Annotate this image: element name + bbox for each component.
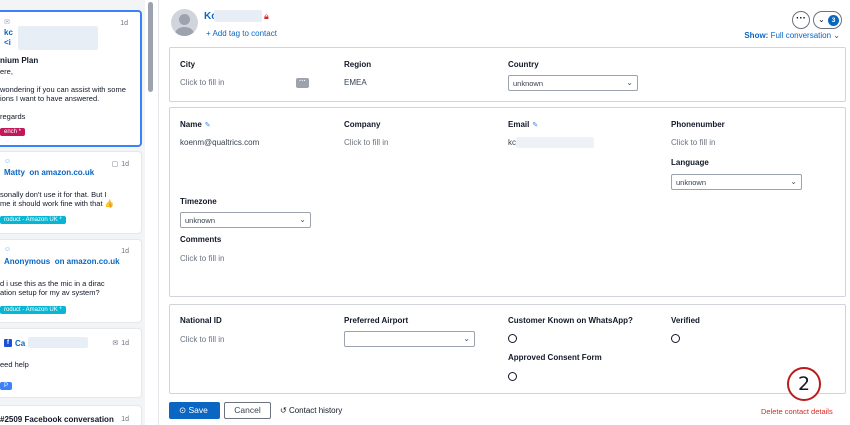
history-icon: ↺	[280, 406, 287, 415]
lock-icon: 🔒︎	[264, 11, 269, 21]
chevron-down-icon: ⌄	[833, 31, 840, 40]
whatsapp-radio[interactable]	[508, 334, 517, 343]
list-scrollbar[interactable]	[148, 2, 153, 92]
cancel-button[interactable]: Cancel	[224, 402, 271, 419]
city-label: City	[180, 60, 196, 69]
facebook-icon: f	[4, 339, 12, 347]
conversation-list: ✉ 1d kc <i nium Plan ere, wondering if y…	[0, 0, 145, 425]
timezone-label: Timezone	[180, 197, 217, 206]
conversation-card-5[interactable]: #2509 Facebook conversation 1d	[0, 405, 142, 425]
conversation-count-badge: 3	[828, 15, 839, 26]
city-field[interactable]: Click to fill in	[180, 78, 224, 87]
email-icon: ✉	[4, 19, 10, 26]
chevron-down-icon: ⌄	[790, 177, 797, 186]
national-id-label: National ID	[180, 316, 222, 325]
custom-fields-panel: National ID Click to fill in Preferred A…	[169, 304, 846, 394]
conversation-date: 1d	[121, 416, 129, 423]
avatar	[171, 9, 198, 36]
pane-divider	[158, 0, 159, 425]
chevron-down-icon: ⌄	[299, 215, 306, 224]
conversation-tag: roduct - Amazon UK *	[0, 216, 66, 224]
conversation-tag: P	[0, 382, 13, 390]
delete-contact-link[interactable]: Delete contact details	[761, 407, 833, 416]
timezone-select[interactable]: unknown ⌄	[180, 212, 311, 228]
conversation-date: 1d	[120, 20, 128, 27]
region-value[interactable]: EMEA	[344, 78, 367, 87]
preferred-airport-label: Preferred Airport	[344, 316, 409, 325]
company-label: Company	[344, 120, 381, 129]
conversation-tag: roduct - Amazon UK *	[0, 306, 66, 314]
conversation-sender[interactable]: Ca	[15, 339, 25, 348]
more-options-button[interactable]: ···	[792, 11, 810, 29]
phonenumber-label: Phonenumber	[671, 120, 725, 129]
review-icon: ☺	[4, 158, 12, 165]
chevron-down-icon: ⌄	[818, 15, 825, 24]
conversation-preview: ere, wondering if you can assist with so…	[0, 67, 126, 121]
email-label: Email ✎	[508, 120, 539, 129]
location-panel: City Click to fill in ··· Region EMEA Co…	[169, 47, 846, 102]
phonenumber-field[interactable]: Click to fill in	[671, 138, 715, 147]
edit-icon[interactable]: ✎	[205, 122, 211, 129]
conversation-tag: ench *	[0, 128, 26, 136]
verified-radio[interactable]	[671, 334, 680, 343]
language-label: Language	[671, 158, 709, 167]
add-tag-link[interactable]: + Add tag to contact	[206, 29, 277, 38]
region-label: Region	[344, 60, 372, 69]
name-label: Name ✎	[180, 120, 211, 129]
conversation-preview: d i use this as the mic in a dirac ation…	[0, 279, 105, 297]
contact-history-link[interactable]: ↺ Contact history	[280, 406, 342, 415]
conversation-date: 1d	[121, 248, 129, 255]
conversation-preview: eed help	[0, 360, 29, 369]
conversation-sender[interactable]: Matty on amazon.co.uk	[4, 168, 94, 177]
redacted-block	[516, 137, 594, 148]
company-field[interactable]: Click to fill in	[344, 138, 388, 147]
conversation-subject: #2509 Facebook conversation	[0, 415, 114, 424]
redacted-block	[28, 337, 88, 348]
conversation-card-2[interactable]: ☺ ▢ 1d Matty on amazon.co.uk sonally don'…	[0, 151, 142, 234]
conversation-sender[interactable]: Anonymous on amazon.co.uk	[4, 257, 120, 266]
contact-details-panel: Name ✎ koenm@qualtrics.com Company Click …	[169, 107, 846, 297]
conversation-subject: nium Plan	[0, 56, 39, 65]
consent-form-radio[interactable]	[508, 372, 517, 381]
save-button[interactable]: ⊙ Save	[169, 402, 220, 419]
comments-label: Comments	[180, 235, 222, 244]
review-icon: ☺	[4, 246, 12, 253]
edit-icon[interactable]: ✎	[532, 122, 538, 129]
language-select[interactable]: unknown ⌄	[671, 174, 802, 190]
conversation-card-1[interactable]: ✉ 1d kc <i nium Plan ere, wondering if y…	[0, 10, 142, 147]
comments-field[interactable]: Click to fill in	[180, 254, 224, 263]
redacted-block	[18, 26, 98, 50]
whatsapp-label: Customer Known on WhatsApp?	[508, 316, 633, 325]
national-id-field[interactable]: Click to fill in	[180, 335, 224, 344]
conversation-sender[interactable]: kc	[4, 28, 13, 37]
check-circle-icon: ⊙	[179, 405, 187, 415]
city-options-icon[interactable]: ···	[296, 78, 309, 88]
conversation-preview: sonally don't use it for that. But I me …	[0, 190, 114, 208]
chevron-down-icon: ⌄	[626, 78, 633, 87]
country-select[interactable]: unknown ⌄	[508, 75, 638, 91]
conversation-card-4[interactable]: f ✉ 1d Ca eed help P	[0, 328, 142, 398]
comment-icon: ▢	[111, 161, 119, 168]
conversation-card-3[interactable]: ☺ 1d Anonymous on amazon.co.uk d i use t…	[0, 239, 142, 323]
chevron-down-icon: ⌄	[463, 334, 470, 343]
conversation-count-toggle[interactable]: ⌄ 3	[813, 11, 842, 29]
name-value[interactable]: koenm@qualtrics.com	[180, 138, 259, 147]
country-label: Country	[508, 60, 539, 69]
email-icon: ✉	[112, 340, 119, 347]
conversation-date: ✉ 1d	[112, 340, 129, 347]
preferred-airport-select[interactable]: ⌄	[344, 331, 475, 347]
callout-marker: 2	[787, 367, 821, 401]
redacted-block	[214, 10, 262, 22]
show-filter[interactable]: Show: Full conversation ⌄	[744, 31, 840, 40]
email-value[interactable]: kc	[508, 138, 516, 147]
conversation-date: ▢ 1d	[111, 161, 129, 168]
consent-form-label: Approved Consent Form	[508, 353, 602, 362]
conversation-sender-email: <i	[4, 38, 11, 47]
verified-label: Verified	[671, 316, 700, 325]
